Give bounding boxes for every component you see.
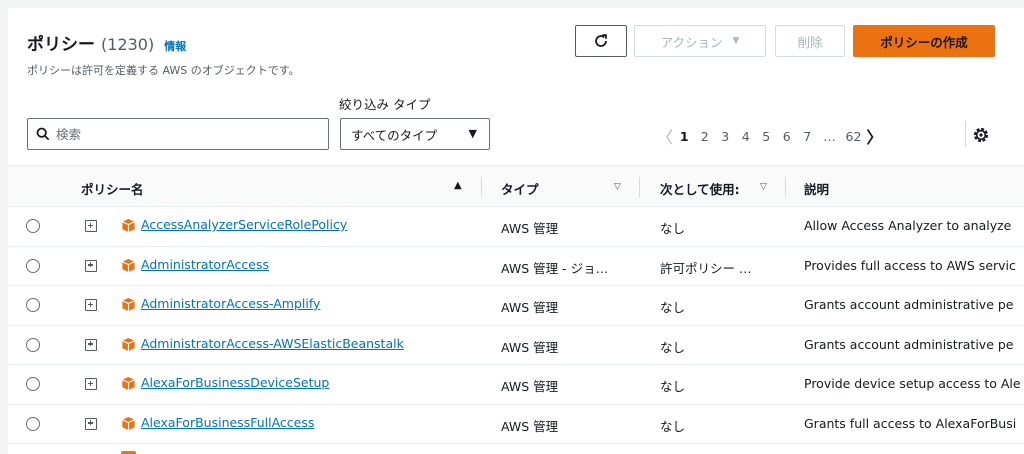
policy-used-as: なし	[660, 339, 686, 355]
policy-cube-icon	[122, 337, 135, 351]
pagination: 〈 1 2 3 4 5 6 7 … 62 〉	[656, 124, 884, 148]
expand-icon[interactable]	[85, 417, 97, 430]
policy-used-as: なし	[660, 418, 686, 434]
column-divider[interactable]	[785, 177, 786, 197]
policy-type: AWS 管理	[501, 221, 559, 236]
policy-description: Grants full access to AlexaForBusi	[804, 415, 1017, 431]
table-row: AdministratorAccess AWS 管理 - ジョ… 許可ポリシー …	[8, 247, 1024, 286]
policy-used-as: 許可ポリシー …	[660, 260, 752, 276]
policy-name-link[interactable]: AdministratorAccess-AWSElasticBeanstalk	[141, 336, 404, 351]
actions-dropdown-button[interactable]: アクション ▼	[634, 25, 766, 57]
policy-description: Allow Access Analyzer to analyze	[804, 218, 1012, 233]
policy-count: (1230)	[101, 35, 155, 54]
table-header: ポリシー名 ▲ タイプ ▽ 次として使用: ▽ 説明	[8, 165, 1024, 207]
policy-type: AWS 管理	[501, 379, 559, 394]
page-5[interactable]: 5	[756, 129, 777, 144]
page-description: ポリシーは許可を定義する AWS のオブジェクトです。	[27, 64, 300, 77]
policy-name-link[interactable]: AlexaForBusinessDeviceSetup	[141, 375, 329, 390]
info-link[interactable]: 情報	[164, 38, 186, 54]
row-radio[interactable]	[26, 298, 40, 312]
create-policy-button[interactable]: ポリシーの作成	[853, 25, 995, 57]
caret-down-icon: ▼	[468, 127, 477, 140]
delete-label: 削除	[797, 34, 823, 50]
refresh-button[interactable]	[575, 25, 627, 57]
expand-icon[interactable]	[85, 299, 97, 311]
table-row: AccessAnalyzerServiceRolePolicy AWS 管理 な…	[8, 207, 1024, 247]
row-radio[interactable]	[26, 258, 40, 273]
policy-description: Provides full access to AWS servic	[804, 257, 1016, 273]
policy-cube-icon	[122, 218, 135, 233]
row-radio[interactable]	[26, 377, 40, 391]
refresh-icon	[595, 34, 607, 47]
caret-down-icon: ▼	[732, 36, 740, 46]
column-divider[interactable]	[481, 177, 482, 197]
column-divider[interactable]	[639, 177, 640, 197]
sort-ascending-icon[interactable]: ▲	[454, 180, 462, 191]
policy-description: Grants account administrative pe	[804, 297, 1014, 312]
page-last[interactable]: 62	[842, 129, 866, 144]
sort-icon[interactable]: ▽	[760, 182, 767, 192]
policy-name-link[interactable]: AdministratorAccess	[141, 257, 269, 272]
policy-used-as: なし	[660, 379, 686, 394]
page-title: ポリシー	[27, 35, 95, 55]
pagination-ellipsis: …	[823, 128, 836, 144]
page-3[interactable]: 3	[715, 129, 736, 144]
policy-cube-icon	[122, 258, 135, 272]
table-row: AlexaForBusinessDeviceSetup AWS 管理 なし Pr…	[8, 365, 1024, 405]
policy-type: AWS 管理	[501, 339, 559, 355]
create-policy-label: ポリシーの作成	[880, 34, 968, 50]
policy-used-as: なし	[660, 221, 686, 236]
policy-name-link[interactable]: AccessAnalyzerServiceRolePolicy	[141, 217, 347, 232]
pagination-divider	[965, 121, 966, 147]
next-page-icon[interactable]: 〉	[866, 124, 884, 148]
search-input[interactable]	[56, 126, 306, 142]
policy-description: Provide device setup access to Ale	[804, 376, 1021, 391]
column-header-used-as[interactable]: 次として使用:	[660, 179, 740, 198]
page-4[interactable]: 4	[736, 129, 757, 144]
filter-type-label: 絞り込み タイプ	[339, 97, 431, 112]
policy-cube-icon	[122, 416, 135, 430]
table-row: AdministratorAccess-AWSElasticBeanstalk …	[8, 326, 1024, 365]
type-filter-value: すべてのタイプ	[351, 127, 438, 143]
search-icon	[36, 127, 50, 141]
delete-button[interactable]: 削除	[775, 25, 845, 57]
title-row: ポリシー (1230) 情報	[27, 30, 186, 55]
column-header-description[interactable]: 説明	[804, 179, 829, 198]
row-radio[interactable]	[26, 337, 40, 352]
expand-icon[interactable]	[85, 338, 97, 351]
page-2[interactable]: 2	[695, 129, 716, 144]
policy-type: AWS 管理	[501, 418, 559, 434]
expand-icon[interactable]	[85, 378, 97, 390]
search-box[interactable]	[27, 118, 329, 150]
policy-name-link[interactable]: AlexaForBusinessFullAccess	[141, 415, 314, 430]
sort-icon[interactable]: ▽	[614, 182, 621, 192]
policy-description: Grants account administrative pe	[804, 336, 1014, 352]
expand-icon[interactable]	[85, 220, 97, 232]
policy-name-link[interactable]: AdministratorAccess-Amplify	[141, 296, 320, 311]
policy-cube-icon	[122, 297, 135, 312]
page-7[interactable]: 7	[797, 129, 818, 144]
policy-used-as: なし	[660, 300, 686, 315]
table-row: AlexaForBusinessFullAccess AWS 管理 なし Gra…	[8, 405, 1024, 444]
column-header-name[interactable]: ポリシー名	[81, 179, 144, 198]
type-filter-select[interactable]: すべてのタイプ ▼	[340, 118, 490, 150]
previous-page-icon[interactable]: 〈	[656, 124, 674, 148]
page-1[interactable]: 1	[674, 129, 695, 144]
actions-label: アクション	[660, 34, 723, 50]
policy-cube-icon	[122, 376, 135, 391]
policies-panel: ポリシー (1230) 情報 ポリシーは許可を定義する AWS のオブジェクトで…	[8, 8, 1024, 454]
policy-type: AWS 管理 - ジョ…	[501, 260, 609, 276]
page-6[interactable]: 6	[777, 129, 798, 144]
column-header-type[interactable]: タイプ	[501, 179, 539, 198]
policy-type: AWS 管理	[501, 300, 559, 315]
gear-icon[interactable]	[971, 125, 991, 145]
row-radio[interactable]	[26, 219, 40, 233]
table-row: AdministratorAccess-Amplify AWS 管理 なし Gr…	[8, 286, 1024, 326]
row-radio[interactable]	[26, 416, 40, 431]
expand-icon[interactable]	[85, 259, 97, 272]
